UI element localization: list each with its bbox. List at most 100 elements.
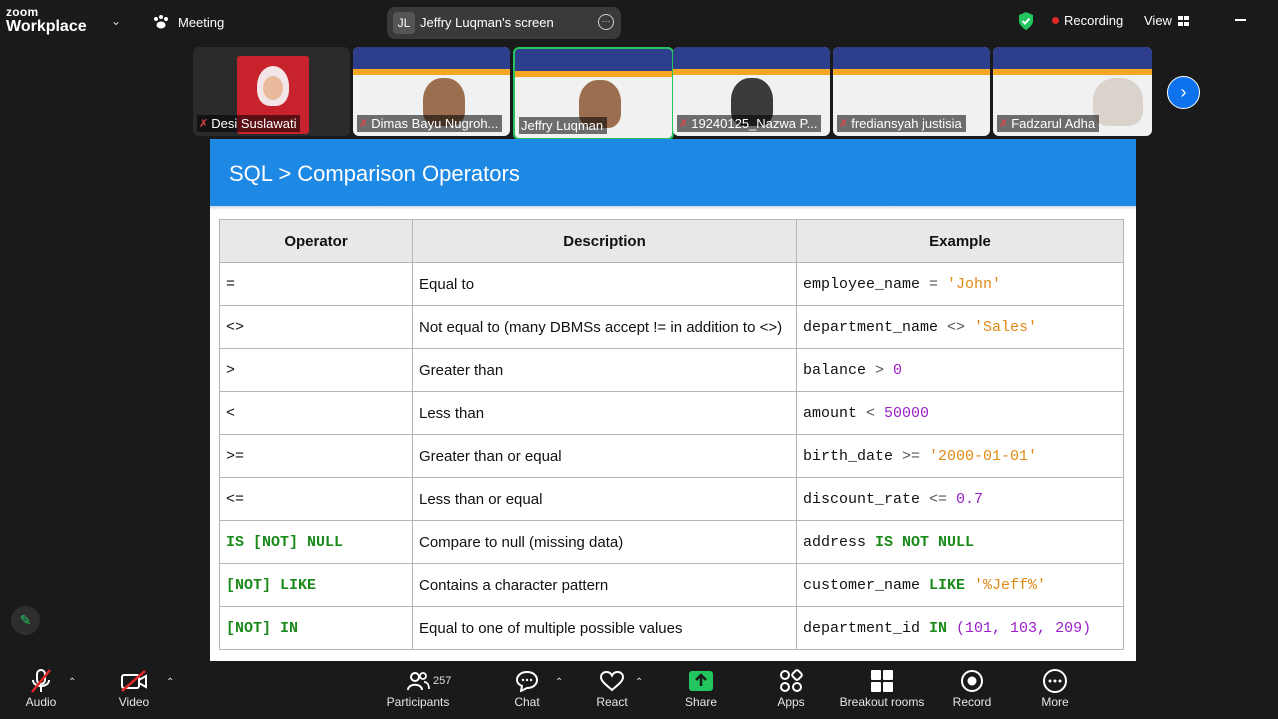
participants-icon: [407, 672, 430, 691]
table-row: = Equal to employee_name = 'John': [219, 262, 1124, 306]
audio-button[interactable]: Audio: [22, 667, 60, 709]
example-cell: amount < 50000: [796, 391, 1124, 435]
audio-label: Audio: [25, 695, 57, 709]
description-cell: Equal to one of multiple possible values: [412, 606, 797, 650]
mic-muted-icon: [31, 669, 51, 693]
breakout-rooms-icon: [871, 670, 893, 692]
description-cell: Less than or equal: [412, 477, 797, 521]
share-screen-icon: [689, 671, 713, 691]
apps-button[interactable]: Apps: [774, 667, 808, 709]
video-label: Video: [118, 695, 150, 709]
paw-icon: [154, 15, 168, 29]
table-row: < Less than amount < 50000: [219, 391, 1124, 435]
description-cell: Equal to: [412, 262, 797, 306]
next-page-icon[interactable]: ›: [1167, 76, 1200, 109]
apps-label: Apps: [777, 695, 805, 709]
more-label: More: [1041, 695, 1069, 709]
slide-title: SQL > Comparison Operators: [229, 161, 520, 186]
shield-icon[interactable]: [1017, 11, 1035, 31]
annotate-pencil-icon[interactable]: ✎: [11, 606, 40, 635]
example-cell: discount_rate <= 0.7: [796, 477, 1124, 521]
participants-label: Participants: [386, 695, 450, 709]
mic-muted-icon: ✗: [999, 118, 1009, 130]
operator-cell: =: [219, 262, 413, 306]
react-options-caret-icon[interactable]: ⌃: [635, 677, 643, 688]
operator-cell: <=: [219, 477, 413, 521]
minimize-icon[interactable]: [1235, 19, 1246, 21]
breakout-rooms-label: Breakout rooms: [839, 695, 925, 709]
example-cell: department_id IN (101, 103, 209): [796, 606, 1124, 650]
participant-name: Fadzarul Adha: [1011, 116, 1096, 131]
record-label: Record: [952, 695, 992, 709]
video-options-caret-icon[interactable]: ⌃: [166, 677, 174, 688]
meeting-toolbar: Audio ⌃ Video ⌃ Participants 257 Chat ⌃ …: [0, 661, 1278, 719]
react-button[interactable]: React: [594, 667, 630, 709]
video-button[interactable]: Video: [114, 667, 154, 709]
more-button[interactable]: More: [1038, 667, 1072, 709]
chevron-down-icon[interactable]: ⌄: [111, 14, 121, 28]
description-cell: Contains a character pattern: [412, 563, 797, 607]
breakout-rooms-button[interactable]: Breakout rooms: [836, 667, 928, 709]
participant-tile[interactable]: ✗ Dimas Bayu Nugroh...: [353, 47, 510, 136]
participant-name: frediansyah justisia: [851, 116, 962, 131]
more-options-icon[interactable]: ⋯: [598, 14, 614, 30]
example-cell: employee_name = 'John': [796, 262, 1124, 306]
screen-share-indicator[interactable]: JL Jeffry Luqman's screen ⋯: [387, 7, 621, 39]
column-header: Example: [796, 219, 1124, 263]
chat-button[interactable]: Chat: [510, 667, 544, 709]
chat-label: Chat: [514, 695, 540, 709]
zoom-logo: zoom Workplace: [6, 5, 87, 35]
view-label: View: [1144, 13, 1172, 28]
top-bar: zoom Workplace ⌄ Meeting JL Jeffry Luqma…: [0, 0, 1278, 44]
table-header-row: Operator Description Example: [219, 219, 1124, 263]
participant-tile[interactable]: ✗ frediansyah justisia: [833, 47, 990, 136]
table-row: <= Less than or equal discount_rate <= 0…: [219, 477, 1124, 521]
table-row: > Greater than balance > 0: [219, 348, 1124, 392]
column-header: Description: [412, 219, 797, 263]
participant-name: Jeffry Luqman: [521, 118, 604, 133]
participant-tile[interactable]: ✗ Fadzarul Adha: [993, 47, 1152, 136]
operator-cell: [NOT] LIKE: [219, 563, 413, 607]
more-icon: [1043, 669, 1067, 693]
participant-tile[interactable]: ✗ 19240125_Nazwa P...: [673, 47, 830, 136]
slide-header: SQL > Comparison Operators: [210, 139, 1136, 206]
mic-muted-icon: ✗: [199, 118, 209, 130]
video-off-icon: [121, 670, 147, 692]
example-cell: department_name <> 'Sales': [796, 305, 1124, 349]
audio-options-caret-icon[interactable]: ⌃: [68, 677, 76, 688]
example-cell: customer_name LIKE '%Jeff%': [796, 563, 1124, 607]
table-row: [NOT] IN Equal to one of multiple possib…: [219, 606, 1124, 650]
operator-cell: >=: [219, 434, 413, 478]
react-label: React: [596, 695, 628, 709]
chat-options-caret-icon[interactable]: ⌃: [555, 677, 563, 688]
table-row: [NOT] LIKE Contains a character pattern …: [219, 563, 1124, 607]
participant-name: Dimas Bayu Nugroh...: [371, 116, 499, 131]
table-row: >= Greater than or equal birth_date >= '…: [219, 434, 1124, 478]
apps-icon: [780, 669, 803, 692]
sharer-avatar: JL: [393, 12, 415, 34]
participant-tile[interactable]: ✗ Desi Suslawati: [193, 47, 350, 136]
description-cell: Compare to null (missing data): [412, 520, 797, 564]
record-dot-icon: [1052, 17, 1059, 24]
grid-view-icon: [1177, 15, 1189, 26]
description-cell: Not equal to (many DBMSs accept != in ad…: [412, 305, 797, 349]
table-row: <> Not equal to (many DBMSs accept != in…: [219, 305, 1124, 349]
record-icon: [961, 670, 983, 692]
recording-label: Recording: [1064, 13, 1124, 28]
participant-tile-active-speaker[interactable]: Jeffry Luqman: [513, 47, 674, 140]
recording-indicator[interactable]: Recording: [1052, 13, 1123, 28]
operator-cell: [NOT] IN: [219, 606, 413, 650]
participant-name: Desi Suslawati: [211, 116, 297, 131]
record-button[interactable]: Record: [952, 667, 992, 709]
column-header: Operator: [219, 219, 413, 263]
participant-name: 19240125_Nazwa P...: [691, 116, 818, 131]
share-button[interactable]: Share: [684, 667, 718, 709]
meeting-label: Meeting: [178, 14, 225, 30]
operator-cell: >: [219, 348, 413, 392]
operator-cell: <>: [219, 305, 413, 349]
view-button[interactable]: View: [1144, 13, 1190, 28]
meeting-info-button[interactable]: Meeting: [152, 14, 224, 30]
example-cell: address IS NOT NULL: [796, 520, 1124, 564]
shared-slide: SQL > Comparison Operators Operator Desc…: [210, 139, 1136, 661]
participants-button[interactable]: Participants: [386, 667, 450, 709]
